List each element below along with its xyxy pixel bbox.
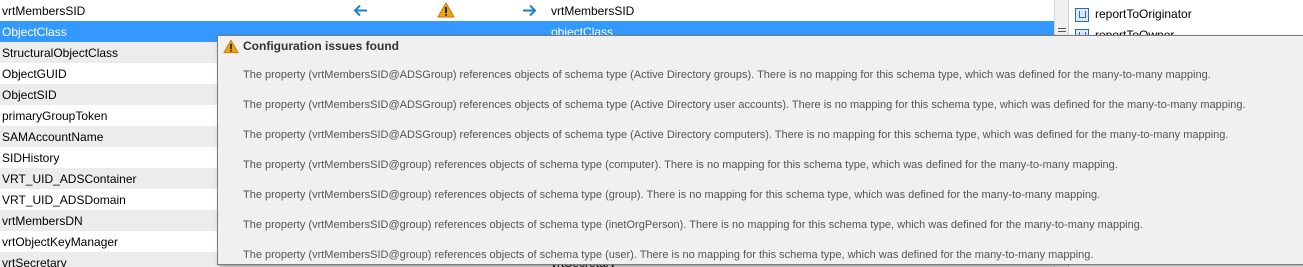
arrow-right-icon[interactable] bbox=[520, 0, 540, 21]
left-property-name: primaryGroupToken bbox=[2, 109, 108, 123]
list-item-label: reportToOriginator bbox=[1095, 7, 1192, 21]
left-property-name: ObjectSID bbox=[2, 88, 57, 102]
issue-message: The property (vrtMembersSID@group) refer… bbox=[243, 189, 1101, 201]
issue-message: The property (vrtMembersSID@group) refer… bbox=[243, 249, 1094, 261]
issue-message: The property (vrtMembersSID@group) refer… bbox=[243, 219, 1143, 231]
left-property-name: vrtSecretary bbox=[2, 256, 67, 267]
left-property-name: vrtMembersDN bbox=[2, 214, 83, 228]
left-property-name: vrtMembersSID bbox=[2, 4, 86, 18]
property-icon bbox=[1075, 7, 1089, 22]
left-property-name: vrtObjectKeyManager bbox=[2, 235, 119, 249]
tooltip-title: Configuration issues found bbox=[243, 39, 399, 53]
configuration-issues-tooltip: Configuration issues found The property … bbox=[217, 35, 1303, 265]
warning-icon[interactable] bbox=[437, 2, 455, 18]
left-property-name: ObjectClass bbox=[2, 25, 67, 39]
left-property-name: VRT_UID_ADSDomain bbox=[2, 193, 126, 207]
left-property-name: StructuralObjectClass bbox=[2, 46, 119, 60]
left-property-name: SIDHistory bbox=[2, 151, 60, 165]
warning-icon bbox=[223, 39, 239, 54]
arrow-left-icon[interactable] bbox=[350, 0, 370, 21]
issue-message: The property (vrtMembersSID@group) refer… bbox=[243, 159, 1118, 171]
issue-message: The property (vrtMembersSID@ADSGroup) re… bbox=[243, 69, 1211, 81]
left-property-name: ObjectGUID bbox=[2, 67, 67, 81]
issue-message: The property (vrtMembersSID@ADSGroup) re… bbox=[243, 99, 1246, 111]
right-property-name: vrtMembersSID bbox=[551, 4, 635, 18]
list-item[interactable]: reportToOriginator bbox=[1075, 7, 1192, 22]
left-property-name: SAMAccountName bbox=[2, 130, 104, 144]
grip-handle-icon[interactable] bbox=[1058, 28, 1066, 35]
table-row[interactable]: vrtMembersSID vrtMembersSID bbox=[0, 0, 1057, 21]
left-property-name: VRT_UID_ADSContainer bbox=[2, 172, 137, 186]
issue-message: The property (vrtMembersSID@ADSGroup) re… bbox=[243, 129, 1229, 141]
